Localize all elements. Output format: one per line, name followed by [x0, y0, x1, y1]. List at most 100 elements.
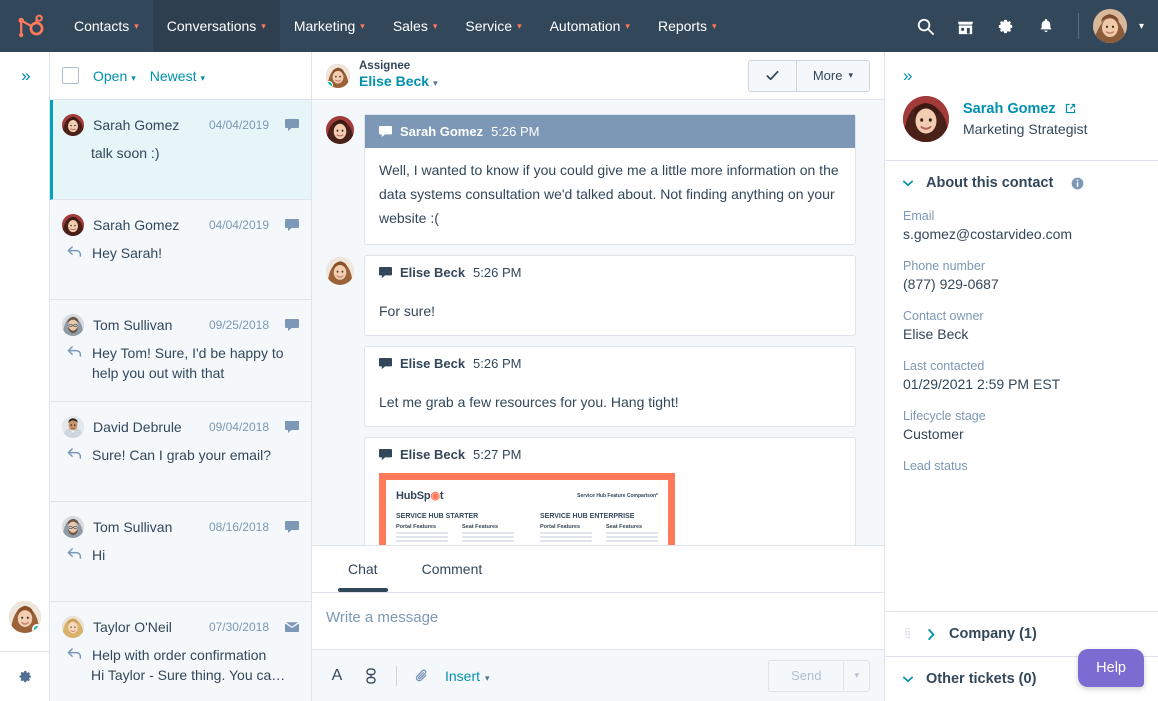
insert-dropdown[interactable]: Insert▾ [445, 668, 490, 684]
conversation-contact-name: Tom Sullivan [93, 519, 200, 535]
conversation-list-item[interactable]: Tom Sullivan 09/25/2018 Hey Tom! Sure, I… [50, 300, 311, 402]
message-row: Elise Beck 5:26 PM Let me grab a few res… [326, 346, 856, 427]
chevron-down-icon: ▾ [200, 73, 205, 83]
chevron-right-icon[interactable] [926, 629, 936, 640]
expand-inbox-icon[interactable]: » [21, 66, 27, 86]
message-bubble: Elise Beck 5:26 PM Let me grab a few res… [364, 346, 856, 427]
attachment-content: Service Hub Feature Comparison* HubSp◉t … [386, 480, 668, 545]
collapse-sidebar-icon[interactable]: » [903, 66, 1140, 86]
bell-icon[interactable] [1028, 8, 1064, 44]
attachment-columns: SERVICE HUB STARTER Portal Features Seat… [396, 513, 658, 544]
conversation-item-header: Tom Sullivan 09/25/2018 [62, 314, 299, 336]
sort-filter-dropdown[interactable]: Newest▾ [150, 68, 205, 84]
chevron-down-icon: ▾ [848, 70, 853, 81]
composer-tab-chat[interactable]: Chat [326, 546, 400, 592]
settings-gear-icon[interactable] [0, 651, 49, 701]
message-list[interactable]: Sarah Gomez 5:26 PM Well, I wanted to kn… [312, 100, 884, 545]
chevron-down-icon: ▾ [131, 73, 136, 83]
current-user-avatar[interactable] [9, 601, 41, 633]
contact-property[interactable]: Phone number (877) 929-0687 [903, 259, 1140, 292]
nav-item-label: Conversations [167, 18, 257, 34]
conversation-list-item[interactable]: Sarah Gomez 04/04/2019 Hey Sarah! [50, 200, 311, 300]
conversation-list-item[interactable]: David Debrule 09/04/2018 Sure! Can I gra… [50, 402, 311, 502]
message-composer: Chat Comment Write a message A [312, 545, 884, 701]
info-icon[interactable] [1071, 177, 1084, 190]
chevron-down-icon[interactable] [903, 675, 913, 683]
help-button[interactable]: Help [1078, 649, 1144, 687]
contact-property[interactable]: Lifecycle stage Customer [903, 409, 1140, 442]
assignee-name-dropdown[interactable]: Elise Beck▾ [359, 73, 438, 92]
nav-item-automation[interactable]: Automation▾ [536, 0, 644, 52]
hubspot-logo[interactable] [0, 11, 60, 41]
conversation-preview: Hey Tom! Sure, I'd be happy to help you … [62, 343, 299, 383]
mark-closed-button[interactable] [749, 61, 796, 91]
message-input[interactable]: Write a message [312, 593, 884, 649]
chat-channel-icon [285, 521, 299, 533]
send-options-caret[interactable]: ▾ [843, 661, 869, 691]
attachment-subheading: Portal Features [540, 524, 592, 530]
chevron-down-icon: ▾ [433, 78, 438, 88]
top-navigation-bar: Contacts▾Conversations▾Marketing▾Sales▾S… [0, 0, 1158, 52]
conversation-list-item[interactable]: Sarah Gomez 04/04/2019 talk soon :) [50, 100, 311, 200]
chevron-down-icon: ▾ [712, 21, 717, 32]
thread-header-actions: More▾ [748, 60, 870, 92]
select-all-checkbox[interactable] [62, 67, 79, 84]
message-avatar [326, 257, 354, 285]
property-value: Elise Beck [903, 326, 1140, 342]
contact-property[interactable]: Lead status [903, 459, 1140, 473]
composer-tab-label: Comment [422, 561, 483, 577]
contact-property[interactable]: Email s.gomez@costarvideo.com [903, 209, 1140, 242]
message-row: Elise Beck 5:27 PM Service Hub Feature C… [326, 437, 856, 545]
user-avatar[interactable] [1093, 9, 1127, 43]
nav-item-sales[interactable]: Sales▾ [379, 0, 452, 52]
section-about-this-contact[interactable]: About this contact [885, 160, 1158, 205]
link-icon[interactable] [360, 668, 382, 684]
message-attachment-image[interactable]: Service Hub Feature Comparison* HubSp◉t … [379, 473, 675, 545]
open-external-icon[interactable] [1065, 102, 1076, 118]
message-avatar [326, 116, 354, 144]
conversation-date: 09/25/2018 [209, 318, 269, 332]
more-actions-button[interactable]: More▾ [796, 61, 869, 91]
contact-property[interactable]: Last contacted 01/29/2021 2:59 PM EST [903, 359, 1140, 392]
font-format-icon[interactable]: A [326, 667, 348, 685]
nav-item-contacts[interactable]: Contacts▾ [60, 0, 153, 52]
send-button-group: Send ▾ [768, 660, 870, 692]
contact-name-link[interactable]: Sarah Gomez [963, 101, 1088, 118]
message-header: Elise Beck 5:27 PM [365, 438, 855, 471]
conversation-list-item[interactable]: Taylor O'Neil 07/30/2018 Help with order… [50, 602, 311, 701]
contact-avatar [903, 96, 949, 142]
property-value: 01/29/2021 2:59 PM EST [903, 376, 1140, 392]
conversation-contact-name: David Debrule [93, 419, 200, 435]
nav-item-marketing[interactable]: Marketing▾ [280, 0, 379, 52]
gear-icon[interactable] [988, 8, 1024, 44]
conversation-list-scroll[interactable]: Sarah Gomez 04/04/2019 talk soon :) Sara… [50, 100, 311, 701]
message-author: Sarah Gomez [400, 124, 483, 139]
conversation-date: 09/04/2018 [209, 420, 269, 434]
nav-item-conversations[interactable]: Conversations▾ [153, 0, 280, 52]
conversation-item-header: Sarah Gomez 04/04/2019 [62, 214, 299, 236]
composer-tabs: Chat Comment [312, 546, 884, 592]
contact-properties: Email s.gomez@costarvideo.com Phone numbe… [885, 205, 1158, 490]
conversation-contact-name: Sarah Gomez [93, 117, 200, 133]
chevron-down-icon[interactable] [903, 179, 913, 187]
user-menu-caret[interactable]: ▾ [1139, 21, 1144, 32]
message-bubble: Sarah Gomez 5:26 PM Well, I wanted to kn… [364, 114, 856, 245]
drag-handle-icon[interactable]: ⣿ [903, 632, 913, 636]
attachment-subcols: Portal Features Seat Features [540, 524, 658, 544]
send-button[interactable]: Send [769, 661, 843, 691]
nav-item-label: Contacts [74, 18, 129, 34]
contact-property[interactable]: Contact owner Elise Beck [903, 309, 1140, 342]
message-header: Sarah Gomez 5:26 PM [365, 115, 855, 148]
conversation-list-item[interactable]: Tom Sullivan 08/16/2018 Hi [50, 502, 311, 602]
nav-item-service[interactable]: Service▾ [451, 0, 535, 52]
search-icon[interactable] [908, 8, 944, 44]
conversation-contact-name: Taylor O'Neil [93, 619, 200, 635]
composer-tab-comment[interactable]: Comment [400, 546, 505, 592]
nav-item-reports[interactable]: Reports▾ [644, 0, 731, 52]
reply-arrow-icon [63, 545, 85, 565]
conversation-snippet: Hi [92, 545, 299, 565]
assignee-online-dot [326, 81, 333, 88]
paperclip-icon[interactable] [411, 668, 433, 684]
status-filter-dropdown[interactable]: Open▾ [93, 68, 136, 84]
marketplace-icon[interactable] [948, 8, 984, 44]
